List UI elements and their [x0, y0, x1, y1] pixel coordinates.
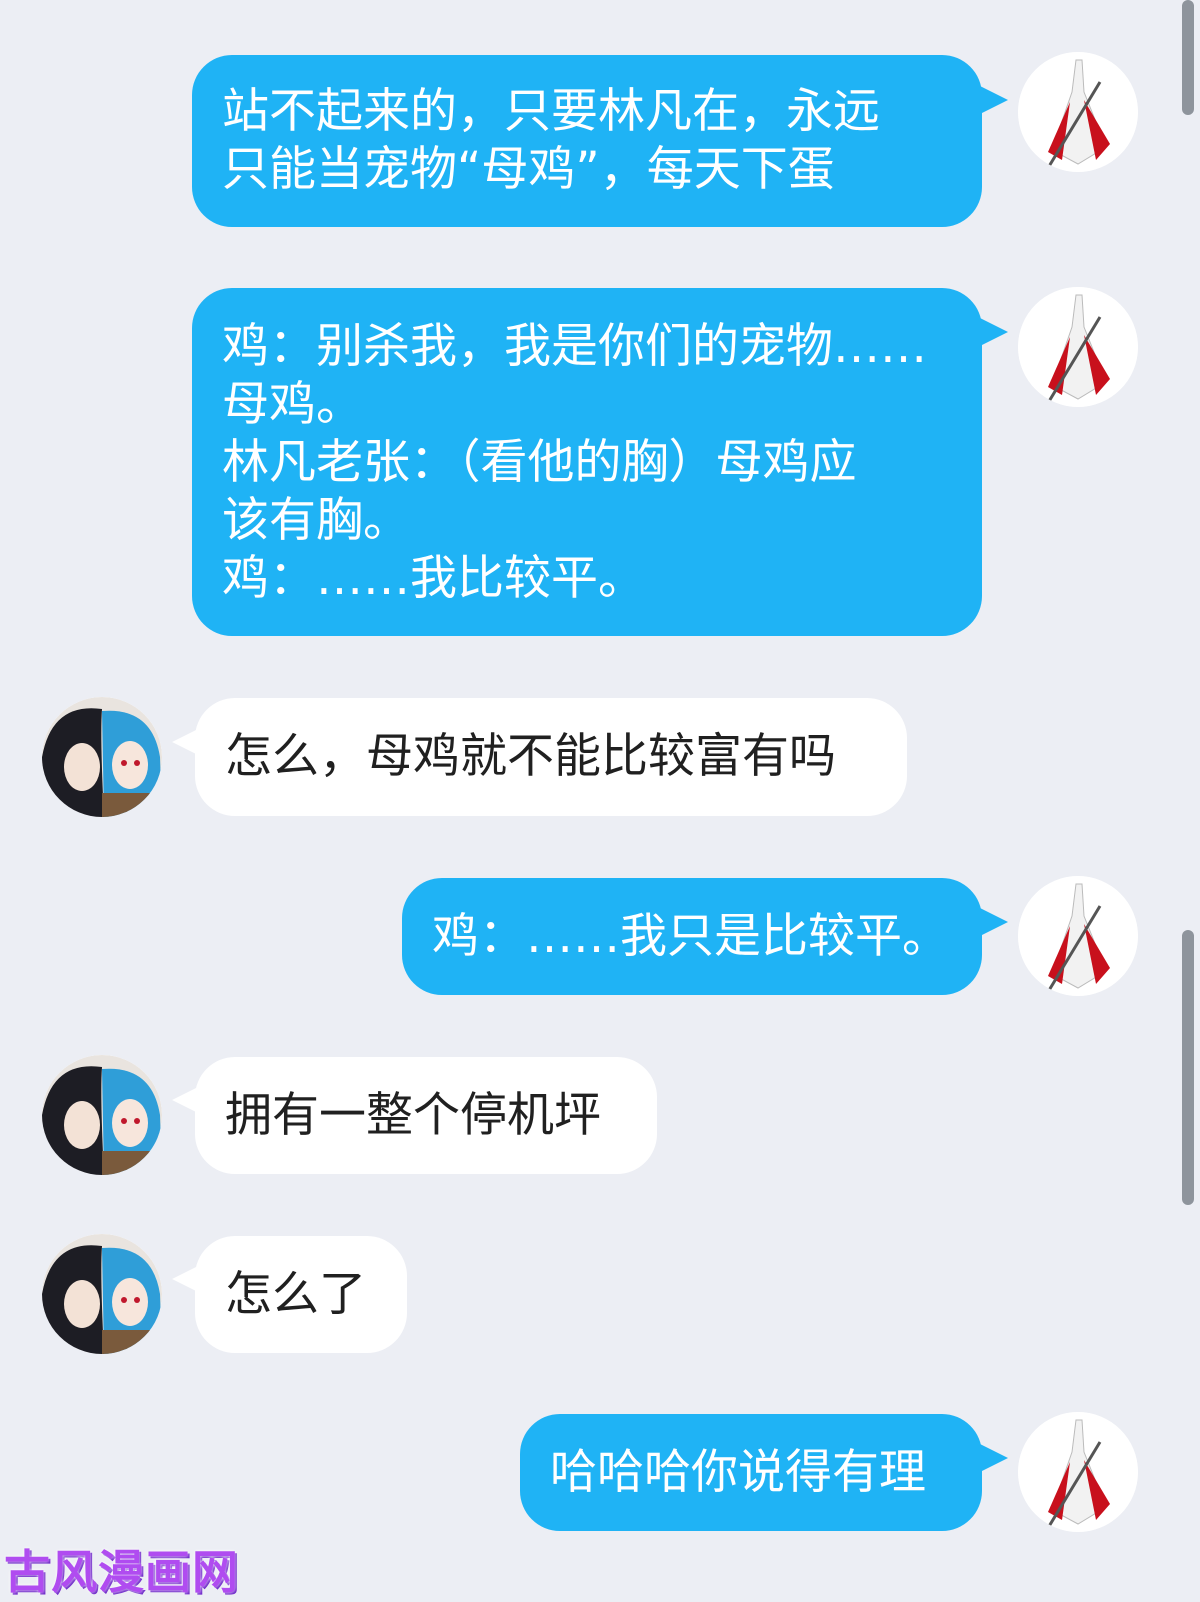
message-bubble[interactable]: 哈哈哈你说得有理	[520, 1414, 982, 1531]
scrollbar-thumb[interactable]	[1182, 0, 1194, 115]
bubble-tail	[980, 86, 1008, 114]
message-bubble[interactable]: 拥有一整个停机坪	[195, 1057, 657, 1174]
warrior-avatar[interactable]	[1018, 287, 1138, 407]
message-bubble[interactable]: 怎么，母鸡就不能比较富有吗	[195, 698, 907, 816]
message-bubble[interactable]: 站不起来的，只要林凡在，永远 只能当宠物“母鸡”，每天下蛋	[192, 55, 982, 227]
duo-avatar[interactable]	[42, 1234, 162, 1354]
watermark: 古风漫画网	[4, 1545, 239, 1599]
scrollbar-thumb[interactable]	[1182, 930, 1194, 1205]
warrior-avatar[interactable]	[1018, 876, 1138, 996]
message-bubble[interactable]: 怎么了	[195, 1236, 407, 1353]
duo-avatar[interactable]	[42, 697, 162, 817]
scrollbar[interactable]	[1182, 0, 1194, 1600]
message-bubble[interactable]: 鸡：……我只是比较平。	[402, 878, 982, 995]
warrior-avatar[interactable]	[1018, 52, 1138, 172]
bubble-tail	[980, 908, 1008, 936]
bubble-tail	[980, 318, 1008, 346]
bubble-tail	[980, 1444, 1008, 1472]
duo-avatar[interactable]	[42, 1055, 162, 1175]
warrior-avatar[interactable]	[1018, 1412, 1138, 1532]
chat-transcript: 站不起来的，只要林凡在，永远 只能当宠物“母鸡”，每天下蛋 鸡：别杀我，我是你们…	[0, 0, 1200, 1600]
message-bubble[interactable]: 鸡：别杀我，我是你们的宠物…… 母鸡。 林凡老张：（看他的胸）母鸡应 该有胸。 …	[192, 288, 982, 636]
